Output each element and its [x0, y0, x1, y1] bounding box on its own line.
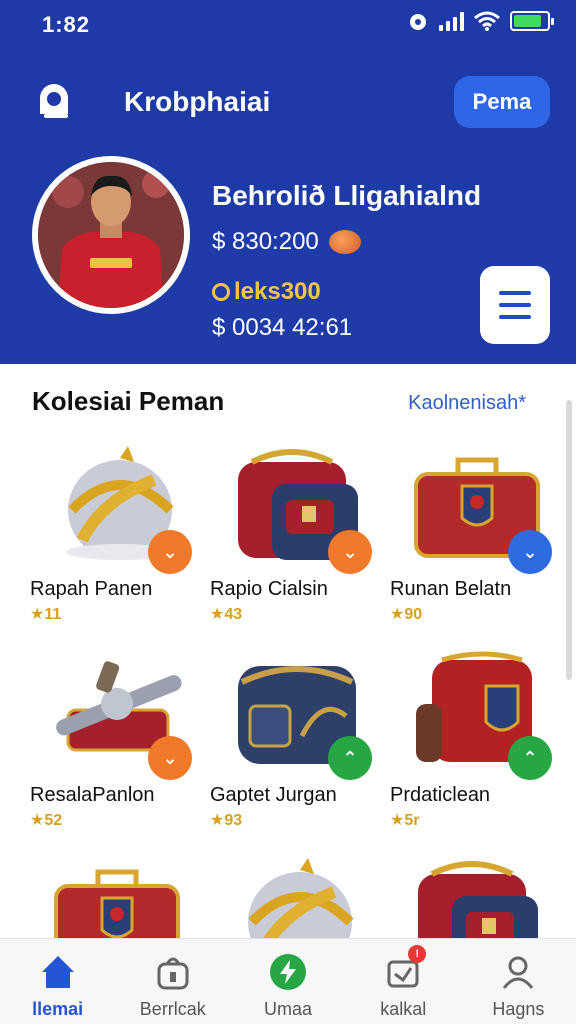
battery-icon	[510, 11, 554, 31]
status-icons	[407, 10, 554, 32]
collection-item[interactable]: ⌄ Rapio Cialsin ★43	[210, 430, 386, 640]
collection-item[interactable]: ⌃ Prdaticlean ★5r	[390, 636, 566, 846]
nav-label: Umaa	[264, 999, 313, 1019]
item-name: Runan Belatn	[390, 578, 512, 600]
status-time: 1:82	[42, 12, 91, 37]
wifi-icon	[474, 11, 500, 31]
bottom-nav: llemai Berrlcak Umaa! kalkal Hagns	[0, 938, 576, 1024]
nav-item-0[interactable]: llemai	[0, 939, 115, 1024]
balance-value: $ 830:200	[212, 228, 319, 255]
nav-label: Berrlcak	[139, 999, 206, 1019]
item-name: Prdaticlean	[390, 784, 491, 806]
app-title: Krobphaiai	[124, 86, 271, 117]
profile-secondary-balance: $ 0034 42:61	[212, 314, 353, 341]
header-action-button[interactable]: Pema	[454, 76, 550, 128]
nav-label: llemai	[32, 999, 84, 1019]
nav-label: kalkal	[380, 999, 427, 1019]
item-price: ★52	[30, 812, 63, 829]
profile-points: leks300	[212, 278, 321, 306]
app-logo-icon	[40, 84, 68, 118]
bag-icon	[152, 951, 194, 993]
chevron-badge-icon[interactable]: ⌄	[148, 736, 192, 780]
nav-item-2[interactable]: Umaa	[230, 939, 345, 1024]
profile-name: Behrolið Lligahialnd	[212, 180, 482, 211]
collection-item[interactable]: ⌄ ResalaPanlon ★52	[30, 636, 206, 846]
scrollbar[interactable]	[566, 400, 572, 680]
nav-item-3[interactable]: ! kalkal	[346, 939, 461, 1024]
menu-button[interactable]	[480, 266, 550, 344]
item-price: ★11	[30, 606, 62, 623]
menu-icon-line	[499, 303, 531, 307]
item-name: Gaptet Jurgan	[210, 784, 337, 806]
item-price: ★93	[210, 812, 243, 829]
section-title: Kolesiai Peman	[32, 386, 225, 416]
header: 1:82 Krobphaiai Pema Behrolið Lligahialn…	[0, 0, 576, 364]
cell-signal-icon	[439, 11, 464, 31]
bolt-icon	[267, 951, 309, 993]
menu-icon-line	[499, 291, 531, 295]
avatar[interactable]	[32, 156, 190, 314]
chevron-badge-icon[interactable]: ⌄	[148, 530, 192, 574]
collection-item[interactable]: ⌄ Rapah Panen ★11	[30, 430, 206, 640]
chevron-badge-icon[interactable]: ⌃	[508, 736, 552, 780]
item-price: ★43	[210, 606, 243, 623]
nav-label: Hagns	[492, 999, 545, 1019]
points-icon	[212, 283, 230, 301]
points-value: leks300	[234, 278, 321, 305]
item-name: ResalaPanlon	[30, 784, 155, 806]
home-icon	[37, 951, 79, 993]
collection-item[interactable]: ⌄ Runan Belatn ★90	[390, 430, 566, 640]
collection-item[interactable]: ⌃ Gaptet Jurgan ★93	[210, 636, 386, 846]
view-all-link[interactable]: Kaolnenisah*	[408, 392, 526, 415]
chevron-badge-icon[interactable]: ⌄	[508, 530, 552, 574]
nav-item-4[interactable]: Hagns	[461, 939, 576, 1024]
user-icon	[497, 951, 539, 993]
chevron-badge-icon[interactable]: ⌄	[328, 530, 372, 574]
item-price: ★5r	[390, 812, 420, 829]
alarm-icon	[410, 14, 426, 30]
player-photo	[38, 162, 184, 308]
coin-icon	[328, 230, 361, 254]
item-price: ★90	[390, 606, 423, 623]
item-name: Rapah Panen	[30, 578, 153, 600]
notification-badge: !	[408, 945, 427, 963]
nav-item-1[interactable]: Berrlcak	[115, 939, 230, 1024]
item-name: Rapio Cialsin	[210, 578, 328, 600]
profile-balance: $ 830:200	[212, 228, 361, 256]
status-bar: 1:82	[0, 0, 576, 44]
menu-icon-line	[499, 315, 531, 319]
chevron-badge-icon[interactable]: ⌃	[328, 736, 372, 780]
inbox-icon: !	[382, 945, 427, 993]
